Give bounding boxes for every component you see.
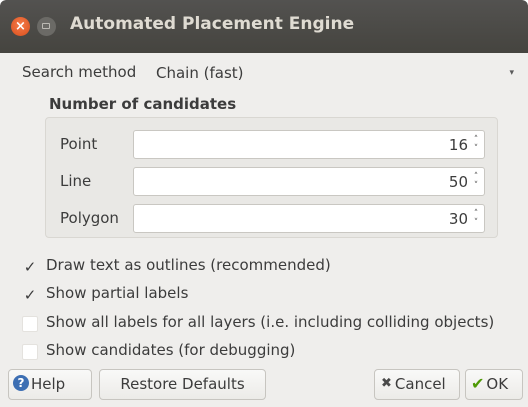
help-button-label: Help [31, 375, 66, 393]
draw-text-outlines-label[interactable]: Draw text as outlines (recommended) [46, 256, 331, 274]
show-partial-labels-checkbox[interactable]: ✓ [22, 287, 38, 303]
spinner-arrows-icon[interactable]: ˄ ˅ [472, 210, 480, 228]
ok-button[interactable]: ✔ OK [465, 369, 523, 400]
dialog-window: × Automated Placement Engine Search meth… [0, 0, 528, 407]
window-title: Automated Placement Engine [70, 14, 355, 34]
help-button[interactable]: ? Help [8, 369, 92, 400]
minimize-window-button[interactable] [37, 17, 56, 36]
show-candidates-label[interactable]: Show candidates (for debugging) [46, 341, 295, 359]
show-all-labels-checkbox[interactable] [22, 316, 38, 332]
search-method-value: Chain (fast) [156, 64, 244, 82]
close-icon[interactable]: × [15, 19, 26, 34]
show-partial-labels-label[interactable]: Show partial labels [46, 284, 188, 302]
line-candidates-value: 50 [448, 173, 468, 191]
dropdown-arrow-icon[interactable]: ▾ [509, 61, 514, 85]
point-candidates-spinbox[interactable]: 16 ˄ ˅ [133, 130, 485, 159]
polygon-candidates-spinbox[interactable]: 30 ˄ ˅ [133, 204, 485, 233]
help-icon: ? [13, 375, 29, 391]
spinner-arrows-icon[interactable]: ˄ ˅ [472, 173, 480, 191]
title-bar[interactable]: × Automated Placement Engine [0, 0, 528, 53]
search-method-select[interactable]: Chain (fast) ▾ [151, 60, 519, 86]
cancel-button-label: Cancel [394, 375, 446, 393]
point-label: Point [60, 135, 98, 153]
draw-text-outlines-checkbox[interactable]: ✓ [22, 259, 38, 275]
point-candidates-value: 16 [448, 136, 468, 154]
cancel-icon: ✖ [381, 376, 392, 391]
spinner-arrows-icon[interactable]: ˄ ˅ [472, 136, 480, 154]
restore-defaults-label: Restore Defaults [120, 375, 245, 393]
checkmark-icon: ✔ [471, 373, 485, 393]
polygon-candidates-value: 30 [448, 210, 468, 228]
search-method-label: Search method [22, 63, 137, 81]
close-window-button[interactable]: × [11, 17, 30, 36]
cancel-button[interactable]: ✖ Cancel [374, 369, 460, 400]
candidates-group-title: Number of candidates [49, 95, 237, 113]
line-candidates-spinbox[interactable]: 50 ˄ ˅ [133, 167, 485, 196]
show-all-labels-label[interactable]: Show all labels for all layers (i.e. inc… [46, 313, 494, 331]
ok-button-label: OK [486, 375, 509, 393]
line-label: Line [60, 172, 92, 190]
restore-defaults-button[interactable]: Restore Defaults [99, 369, 266, 400]
polygon-label: Polygon [60, 209, 119, 227]
show-candidates-checkbox[interactable] [22, 344, 38, 360]
